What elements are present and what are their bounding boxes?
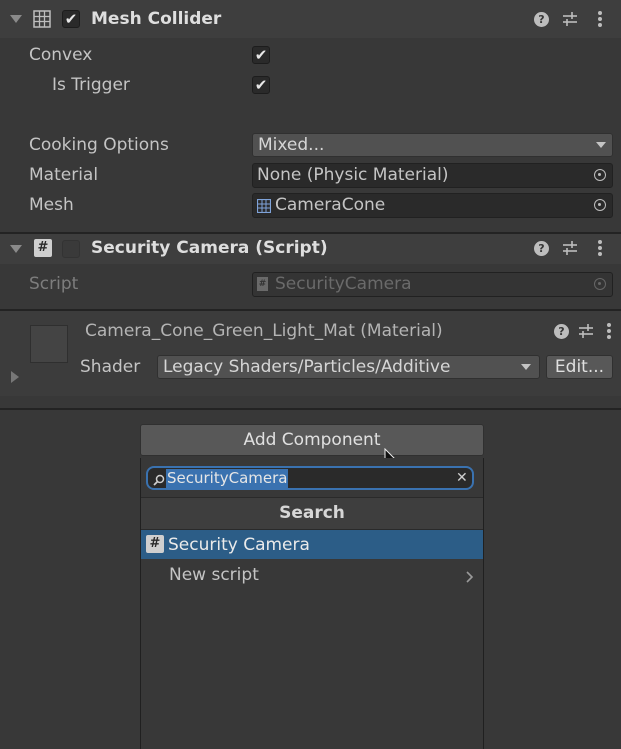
- convex-label: Convex: [29, 45, 93, 65]
- list-item-label: Security Camera: [168, 535, 310, 555]
- cooking-options-value: Mixed...: [258, 135, 325, 155]
- shader-dropdown[interactable]: Legacy Shaders/Particles/Additive: [157, 355, 540, 379]
- search-input-text[interactable]: SecurityCamera: [166, 469, 289, 488]
- object-picker-icon[interactable]: [594, 169, 606, 181]
- presets-icon[interactable]: [562, 240, 578, 261]
- presets-icon[interactable]: [562, 11, 578, 32]
- security-camera-enabled-checkbox[interactable]: [62, 240, 80, 258]
- search-header-label: Search: [279, 503, 345, 523]
- search-icon: [153, 471, 165, 491]
- security-camera-foldout-icon[interactable]: [10, 245, 22, 253]
- mesh-field[interactable]: CameraCone: [252, 193, 613, 218]
- cooking-options-label: Cooking Options: [29, 135, 169, 155]
- material-preview-icon[interactable]: [30, 325, 68, 363]
- object-picker-icon: [594, 278, 606, 290]
- mesh-label: Mesh: [29, 195, 74, 215]
- mesh-collider-enabled-checkbox[interactable]: ✔: [62, 10, 80, 28]
- mesh-collider-title: Mesh Collider: [91, 9, 222, 29]
- mesh-grid-icon: [256, 198, 272, 218]
- object-picker-icon[interactable]: [594, 199, 606, 211]
- is-trigger-checkbox[interactable]: ✔: [252, 76, 270, 94]
- help-icon[interactable]: ?: [534, 241, 549, 256]
- script-file-icon: #: [257, 277, 268, 291]
- mesh-collider-foldout-icon[interactable]: [10, 15, 22, 23]
- material-value: None (Physic Material): [257, 165, 449, 185]
- chevron-down-icon: [521, 364, 531, 370]
- material-title: Camera_Cone_Green_Light_Mat (Material): [85, 321, 443, 341]
- search-value: SecurityCamera: [167, 469, 288, 487]
- script-label: Script: [29, 274, 79, 294]
- security-camera-title: Security Camera (Script): [91, 238, 328, 258]
- script-field: SecurityCamera: [252, 272, 613, 297]
- is-trigger-label: Is Trigger: [52, 75, 130, 95]
- script-hash-icon: #: [34, 239, 52, 257]
- material-field[interactable]: None (Physic Material): [252, 163, 613, 188]
- edit-shader-label: Edit...: [554, 357, 605, 377]
- chevron-down-icon: [596, 142, 606, 148]
- mesh-grid-icon: [33, 10, 51, 28]
- more-options-icon[interactable]: [598, 11, 602, 29]
- more-options-icon[interactable]: [598, 240, 602, 258]
- shader-label: Shader: [80, 357, 141, 377]
- presets-icon[interactable]: [578, 323, 594, 344]
- convex-checkbox[interactable]: ✔: [252, 46, 270, 64]
- help-icon[interactable]: ?: [554, 324, 569, 339]
- shader-value: Legacy Shaders/Particles/Additive: [163, 357, 451, 377]
- help-icon[interactable]: ?: [534, 12, 549, 27]
- search-header: Search: [141, 497, 483, 530]
- more-options-icon[interactable]: [607, 323, 611, 341]
- edit-shader-button[interactable]: Edit...: [546, 355, 613, 379]
- script-hash-icon: #: [146, 535, 164, 553]
- add-component-button[interactable]: Add Component: [140, 424, 484, 456]
- mesh-value: CameraCone: [275, 195, 386, 215]
- component-divider: [0, 408, 621, 410]
- list-item-label: New script: [169, 565, 259, 585]
- material-foldout-icon[interactable]: [11, 371, 19, 383]
- cooking-options-dropdown[interactable]: Mixed...: [252, 133, 613, 157]
- add-component-label: Add Component: [243, 430, 381, 450]
- chevron-right-icon: [466, 568, 474, 588]
- material-label: Material: [29, 165, 99, 185]
- script-value: SecurityCamera: [275, 274, 412, 294]
- clear-search-icon[interactable]: ✕: [456, 469, 468, 487]
